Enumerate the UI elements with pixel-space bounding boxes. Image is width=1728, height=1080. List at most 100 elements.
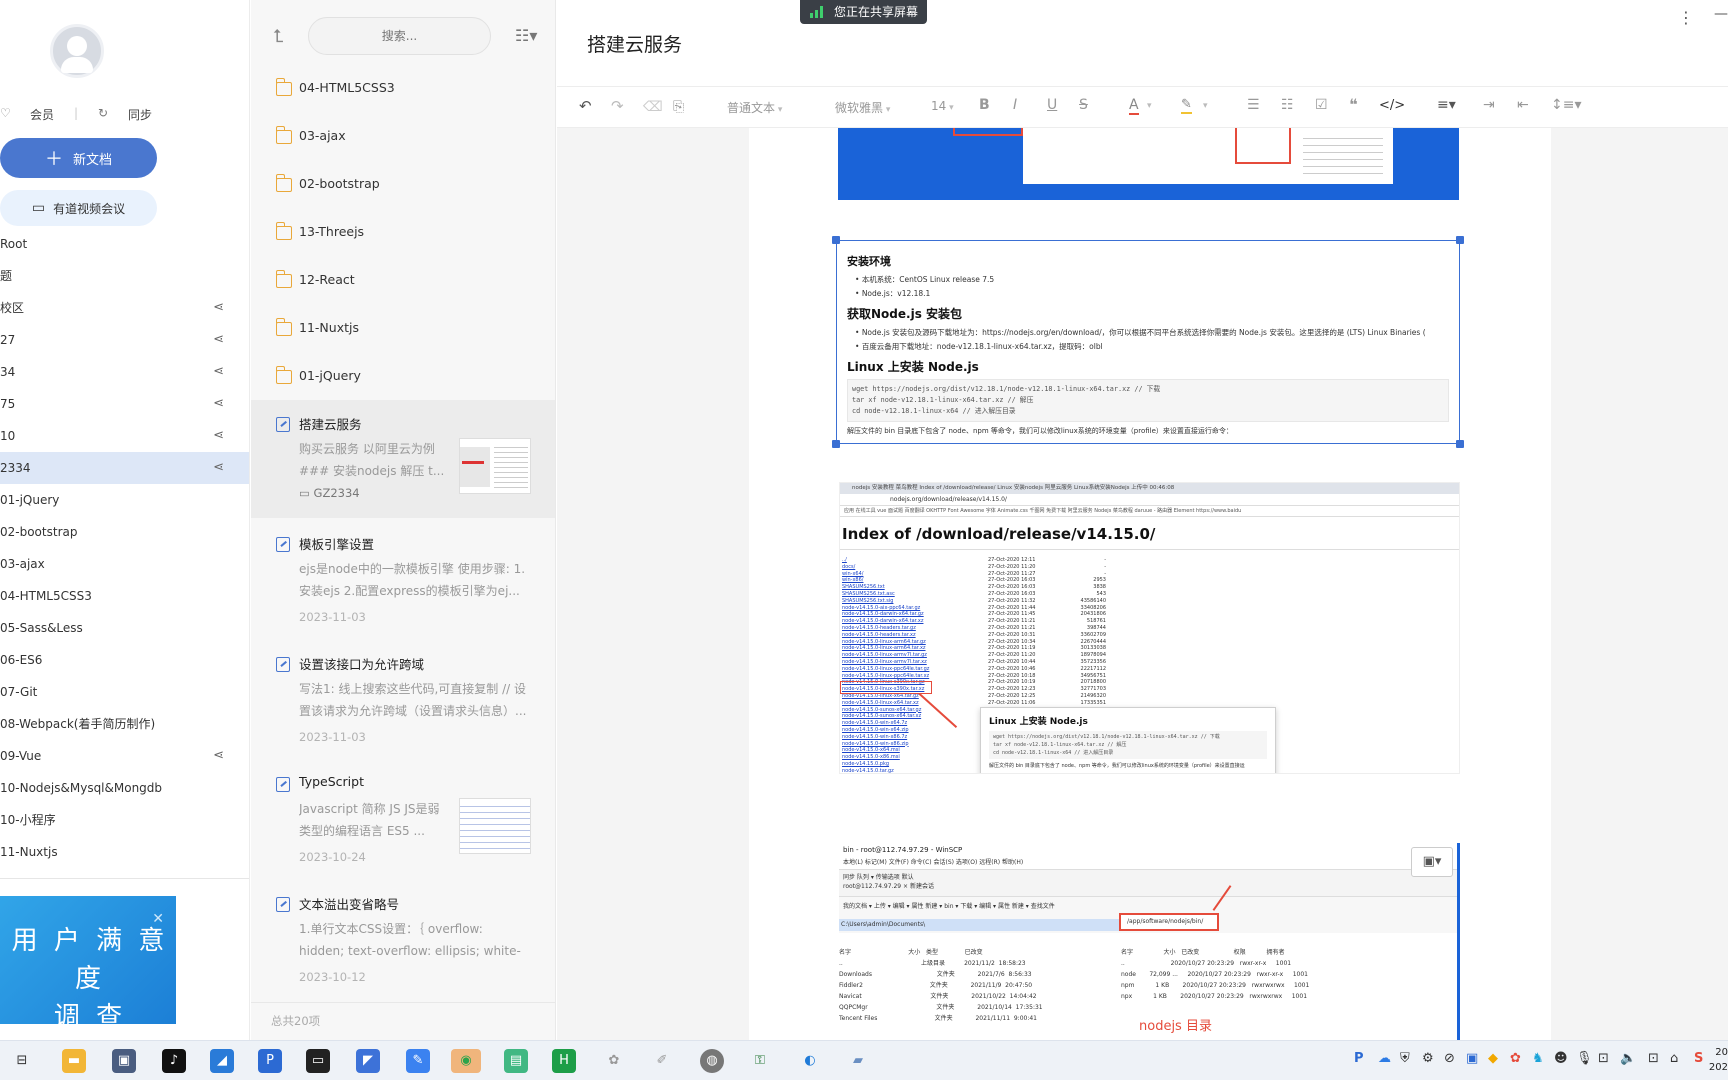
clock[interactable]: 20 202: [1709, 1045, 1728, 1075]
terminal-icon[interactable]: ▭: [306, 1049, 330, 1073]
network-icon[interactable]: ⊡: [1648, 1051, 1659, 1066]
eraser-icon[interactable]: ⌫: [643, 99, 663, 115]
sidebar-item[interactable]: 02-bootstrap: [0, 516, 249, 548]
note-item[interactable]: TypeScript Javascript 简称 JS JS是弱类型的编程语言 E…: [251, 760, 555, 878]
list-view-icon[interactable]: ☷▾: [515, 26, 537, 45]
sidebar-item[interactable]: 校区 ⋖: [0, 292, 249, 324]
search-input[interactable]: [308, 17, 491, 55]
embedded-screenshot-winscp[interactable]: bin - root@112.74.97.29 - WinSCP 本地(L) 标…: [839, 843, 1460, 1040]
resize-handle[interactable]: [832, 440, 840, 448]
qq-icon[interactable]: ☻: [1554, 1051, 1568, 1066]
folder-item[interactable]: 13-Threejs: [251, 209, 555, 257]
share-icon[interactable]: ⋖: [213, 420, 224, 452]
p-tray-icon[interactable]: P: [1354, 1051, 1364, 1066]
underline-icon[interactable]: U: [1047, 97, 1057, 113]
folder-item[interactable]: 01-jQuery: [251, 353, 555, 401]
quote-icon[interactable]: ❝: [1349, 95, 1358, 114]
indent-icon[interactable]: ⇥: [1483, 97, 1495, 113]
edge-browser-icon[interactable]: ◐: [798, 1049, 822, 1073]
tray-icon[interactable]: ✿: [1510, 1051, 1521, 1066]
app-icon[interactable]: ▤: [504, 1049, 528, 1073]
p-app-icon[interactable]: P: [258, 1049, 282, 1073]
tray-icon[interactable]: ◆: [1488, 1051, 1498, 1066]
close-icon[interactable]: ✕: [152, 900, 168, 938]
file-explorer-icon[interactable]: ▬: [62, 1049, 86, 1073]
screen-share-banner[interactable]: 您正在共享屏幕: [800, 0, 927, 24]
sidebar-item[interactable]: 06-ES6: [0, 644, 249, 676]
note-item[interactable]: 文本溢出变省略号 1.单行文本CSS设置：｛ overflow: hidden; …: [251, 880, 555, 998]
sidebar-item[interactable]: 10-小程序: [0, 804, 249, 836]
volume-icon[interactable]: 🔈: [1620, 1051, 1636, 1066]
app-icon[interactable]: ◍: [700, 1049, 724, 1073]
tray-icon[interactable]: ♞: [1532, 1051, 1544, 1066]
sidebar-item[interactable]: 07-Git: [0, 676, 249, 708]
share-icon[interactable]: ⋖: [213, 292, 224, 324]
share-icon[interactable]: ⋖: [213, 324, 224, 356]
checkbox-icon[interactable]: ☑: [1315, 97, 1328, 113]
wechat-icon[interactable]: ◉: [451, 1049, 481, 1073]
strikethrough-icon[interactable]: S: [1079, 97, 1088, 113]
note-item[interactable]: 设置该接口为允许跨域 写法1: 线上搜索这些代码,可直接复制 // 设置该请求为允…: [251, 640, 555, 758]
folder-item[interactable]: 02-bootstrap: [251, 161, 555, 209]
sidebar-item[interactable]: 05-Sass&Less: [0, 612, 249, 644]
member-link[interactable]: 会员: [30, 106, 54, 123]
folder-item[interactable]: 04-HTML5CSS3: [251, 65, 555, 113]
bullet-list-icon[interactable]: ☰: [1247, 97, 1260, 113]
cloud-icon[interactable]: ☁: [1378, 1051, 1391, 1066]
hbuilder-icon[interactable]: H: [552, 1049, 576, 1073]
sidebar-item[interactable]: 27 ⋖: [0, 324, 249, 356]
video-meeting-button[interactable]: ▭ 有道视频会议: [0, 190, 157, 226]
resize-handle[interactable]: [832, 236, 840, 244]
share-icon[interactable]: ⋖: [213, 740, 224, 772]
embedded-screenshot-windows[interactable]: [838, 128, 1459, 200]
sidebar-item[interactable]: 01-jQuery: [0, 484, 249, 516]
tray-icon[interactable]: ⛨: [1400, 1051, 1410, 1066]
sync-link[interactable]: 同步: [128, 106, 152, 123]
image-options-button[interactable]: ▣▾: [1411, 847, 1453, 877]
resize-handle[interactable]: [1456, 236, 1464, 244]
tray-icon[interactable]: ▣: [1466, 1051, 1478, 1066]
app-icon[interactable]: ✿: [602, 1049, 626, 1073]
line-height-icon[interactable]: ↕≡▾: [1551, 97, 1582, 113]
outdent-icon[interactable]: ⇤: [1517, 97, 1529, 113]
tray-icon[interactable]: ⌂: [1670, 1051, 1678, 1066]
tray-icon[interactable]: ⚙: [1422, 1051, 1434, 1066]
app-icon[interactable]: ▣: [112, 1049, 136, 1073]
sidebar-item[interactable]: 03-ajax: [0, 548, 249, 580]
microphone-icon[interactable]: 🎙: [1576, 1051, 1593, 1066]
embedded-screenshot-nodejs-index[interactable]: nodejs 安装教程 菜鸟教程 Index of /download/rele…: [839, 482, 1460, 774]
font-color-icon[interactable]: A: [1129, 97, 1139, 115]
font-family-select[interactable]: 微软雅黑: [835, 99, 890, 116]
new-doc-button[interactable]: ＋ 新文档: [0, 138, 157, 178]
code-icon[interactable]: </>: [1379, 98, 1405, 113]
avatar[interactable]: [50, 24, 104, 78]
undo-icon[interactable]: ↶: [579, 97, 592, 115]
sidebar-item[interactable]: 11-Nuxtjs: [0, 836, 249, 868]
task-view-icon[interactable]: ⊟: [10, 1049, 34, 1073]
minimize-icon[interactable]: —: [1714, 6, 1728, 22]
highlight-icon[interactable]: ✎: [1181, 97, 1192, 114]
app-icon[interactable]: ◢: [210, 1049, 234, 1073]
document-page[interactable]: 安装环境 本机系统：CentOS Linux release 7.5 Node.…: [749, 128, 1551, 1040]
app-icon[interactable]: ▰: [846, 1049, 870, 1073]
app-icon[interactable]: ⚿: [748, 1049, 772, 1073]
sidebar-item[interactable]: 10 ⋖: [0, 420, 249, 452]
sidebar-item[interactable]: 题: [0, 260, 249, 292]
paragraph-style-select[interactable]: 普通文本: [727, 99, 782, 116]
redo-icon[interactable]: ↷: [611, 97, 624, 115]
embedded-screenshot-install-env[interactable]: 安装环境 本机系统：CentOS Linux release 7.5 Node.…: [836, 240, 1460, 444]
more-icon[interactable]: ⋮: [1678, 8, 1694, 27]
share-icon[interactable]: ⋖: [213, 388, 224, 420]
bold-icon[interactable]: B: [979, 97, 990, 113]
sidebar-item[interactable]: 09-Vue ⋖: [0, 740, 249, 772]
paint-icon[interactable]: ✐: [650, 1049, 674, 1073]
sogou-icon[interactable]: S: [1694, 1051, 1703, 1066]
tray-icon[interactable]: ⊘: [1444, 1051, 1455, 1066]
resize-handle[interactable]: [1456, 440, 1464, 448]
note-item[interactable]: 搭建云服务 购买云服务 以阿里云为例 ### 安装nodejs 解压 t... ▭ …: [251, 400, 555, 518]
sidebar-item[interactable]: 34 ⋖: [0, 356, 249, 388]
folder-item[interactable]: 03-ajax: [251, 113, 555, 161]
doc-title[interactable]: 搭建云服务: [587, 30, 682, 57]
folder-item[interactable]: 11-Nuxtjs: [251, 305, 555, 353]
note-app-icon[interactable]: ✎: [406, 1049, 430, 1073]
